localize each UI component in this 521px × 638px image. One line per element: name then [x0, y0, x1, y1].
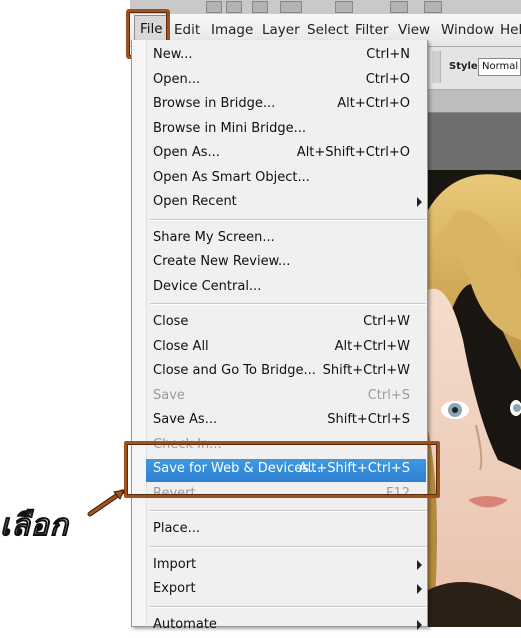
menu-item-save-as[interactable]: Save As... Shift+Ctrl+S: [146, 410, 426, 433]
menu-item-label: Open As Smart Object...: [153, 169, 310, 185]
file-dropdown-menu: New... Ctrl+N Open... Ctrl+O Browse in Bridg…: [131, 40, 428, 632]
menu-item-label: Open Recent: [153, 194, 237, 209]
toolbar-icon[interactable]: [226, 1, 242, 13]
menu-item-place[interactable]: Place...: [146, 519, 426, 542]
toolbar-icon[interactable]: [335, 1, 353, 13]
menu-item-shortcut: Ctrl+S: [367, 387, 410, 403]
menu-item-close-and-go-to-bridge[interactable]: Close and Go To Bridge... Shift+Ctrl+W: [146, 361, 426, 384]
menu-separator: [150, 510, 426, 512]
style-label: Style:: [449, 61, 482, 72]
menu-item-browse-in-bridge[interactable]: Browse in Bridge... Alt+Ctrl+O: [146, 94, 426, 117]
menu-filter[interactable]: Filter: [355, 22, 388, 38]
menu-item-label: Device Central...: [153, 278, 262, 294]
menu-item-label: New...: [153, 47, 193, 62]
menu-item-open[interactable]: Open... Ctrl+O: [146, 70, 426, 93]
toolbar-icon[interactable]: [206, 1, 222, 13]
menu-item-label: Import: [153, 556, 197, 572]
menu-item-label: Close and Go To Bridge...: [153, 363, 316, 378]
menu-item-shortcut: Alt+Ctrl+W: [334, 338, 410, 354]
menu-item-shortcut: Shift+Ctrl+S: [327, 412, 410, 427]
menu-item-label: Browse in Bridge...: [153, 96, 276, 111]
menu-item-save: Save Ctrl+S: [146, 386, 426, 409]
top-toolbar-strip: [130, 0, 521, 15]
menu-item-shortcut: Alt+Ctrl+O: [337, 96, 410, 111]
menu-view[interactable]: View: [398, 22, 430, 38]
options-bar: Style: Normal: [428, 47, 521, 90]
menu-item-new[interactable]: New... Ctrl+N: [146, 45, 426, 68]
menu-item-shortcut: Ctrl+N: [366, 47, 410, 62]
menu-item-open-as[interactable]: Open As... Alt+Shift+Ctrl+O: [146, 143, 426, 166]
menu-item-label: Create New Review...: [153, 254, 291, 269]
menu-separator: [150, 218, 426, 221]
menu-item-close-all[interactable]: Close All Alt+Ctrl+W: [146, 337, 426, 360]
menu-help[interactable]: Hel: [500, 22, 521, 38]
menu-item-label: Share My Screen...: [153, 229, 275, 245]
menu-layer[interactable]: Layer: [262, 22, 300, 38]
toolbar-icon[interactable]: [252, 1, 268, 13]
submenu-arrow-icon: [417, 619, 422, 630]
menu-item-label: Close: [153, 314, 189, 329]
menu-item-label: Export: [153, 581, 196, 596]
style-select[interactable]: Normal: [478, 58, 521, 76]
menu-icon-column: [132, 40, 147, 626]
menu-item-shortcut: Alt+Shift+Ctrl+O: [296, 145, 410, 160]
annotation-arrow-icon: [87, 489, 125, 517]
menu-separator: [150, 605, 426, 608]
menu-separator: [150, 545, 426, 548]
menu-item-label: Save: [153, 387, 185, 403]
menu-separator: [150, 303, 426, 305]
document-tab[interactable]: [428, 90, 521, 113]
menu-item-open-as-smart-object[interactable]: Open As Smart Object...: [146, 168, 426, 191]
menu-item-create-new-review[interactable]: Create New Review...: [146, 252, 426, 275]
submenu-arrow-icon: [417, 197, 422, 207]
canvas-image: [428, 170, 521, 627]
submenu-arrow-icon: [417, 559, 422, 570]
options-separator: [432, 51, 441, 83]
toolbar-icon[interactable]: [424, 1, 442, 13]
menu-item-open-recent[interactable]: Open Recent: [146, 192, 426, 215]
menu-item-label: Open As...: [153, 145, 220, 160]
menu-item-label: Open...: [153, 71, 201, 87]
save-for-web-annotation-box: [124, 441, 440, 498]
document-area: [428, 90, 521, 170]
menu-image[interactable]: Image: [211, 22, 253, 38]
menu-item-browse-in-mini-bridge[interactable]: Browse in Mini Bridge...: [146, 119, 426, 142]
toolbar-icon[interactable]: [390, 1, 408, 13]
menu-select[interactable]: Select: [307, 22, 349, 38]
portrait-image: [428, 170, 521, 627]
menu-item-label: Close All: [153, 338, 209, 354]
menu-item-label: Browse in Mini Bridge...: [153, 120, 307, 136]
menu-item-shortcut: Ctrl+O: [365, 71, 410, 87]
menu-item-label: Automate: [153, 616, 217, 632]
menu-window[interactable]: Window: [441, 22, 494, 38]
menu-item-automate[interactable]: Automate: [146, 615, 426, 638]
menu-item-label: Place...: [153, 521, 200, 536]
annotation-label: เลือก: [0, 507, 69, 544]
menu-edit[interactable]: Edit: [174, 22, 200, 38]
submenu-arrow-icon: [417, 584, 422, 594]
menu-item-share-my-screen[interactable]: Share My Screen...: [146, 228, 426, 251]
menu-item-device-central[interactable]: Device Central...: [146, 277, 426, 300]
toolbar-icon[interactable]: [280, 1, 302, 13]
menu-item-label: Save As...: [153, 412, 218, 427]
menu-item-shortcut: Ctrl+W: [363, 314, 410, 329]
menu-item-close[interactable]: Close Ctrl+W: [146, 312, 426, 335]
menu-item-export[interactable]: Export: [146, 579, 426, 602]
menu-item-import[interactable]: Import: [146, 555, 426, 578]
menu-item-shortcut: Shift+Ctrl+W: [322, 363, 410, 378]
